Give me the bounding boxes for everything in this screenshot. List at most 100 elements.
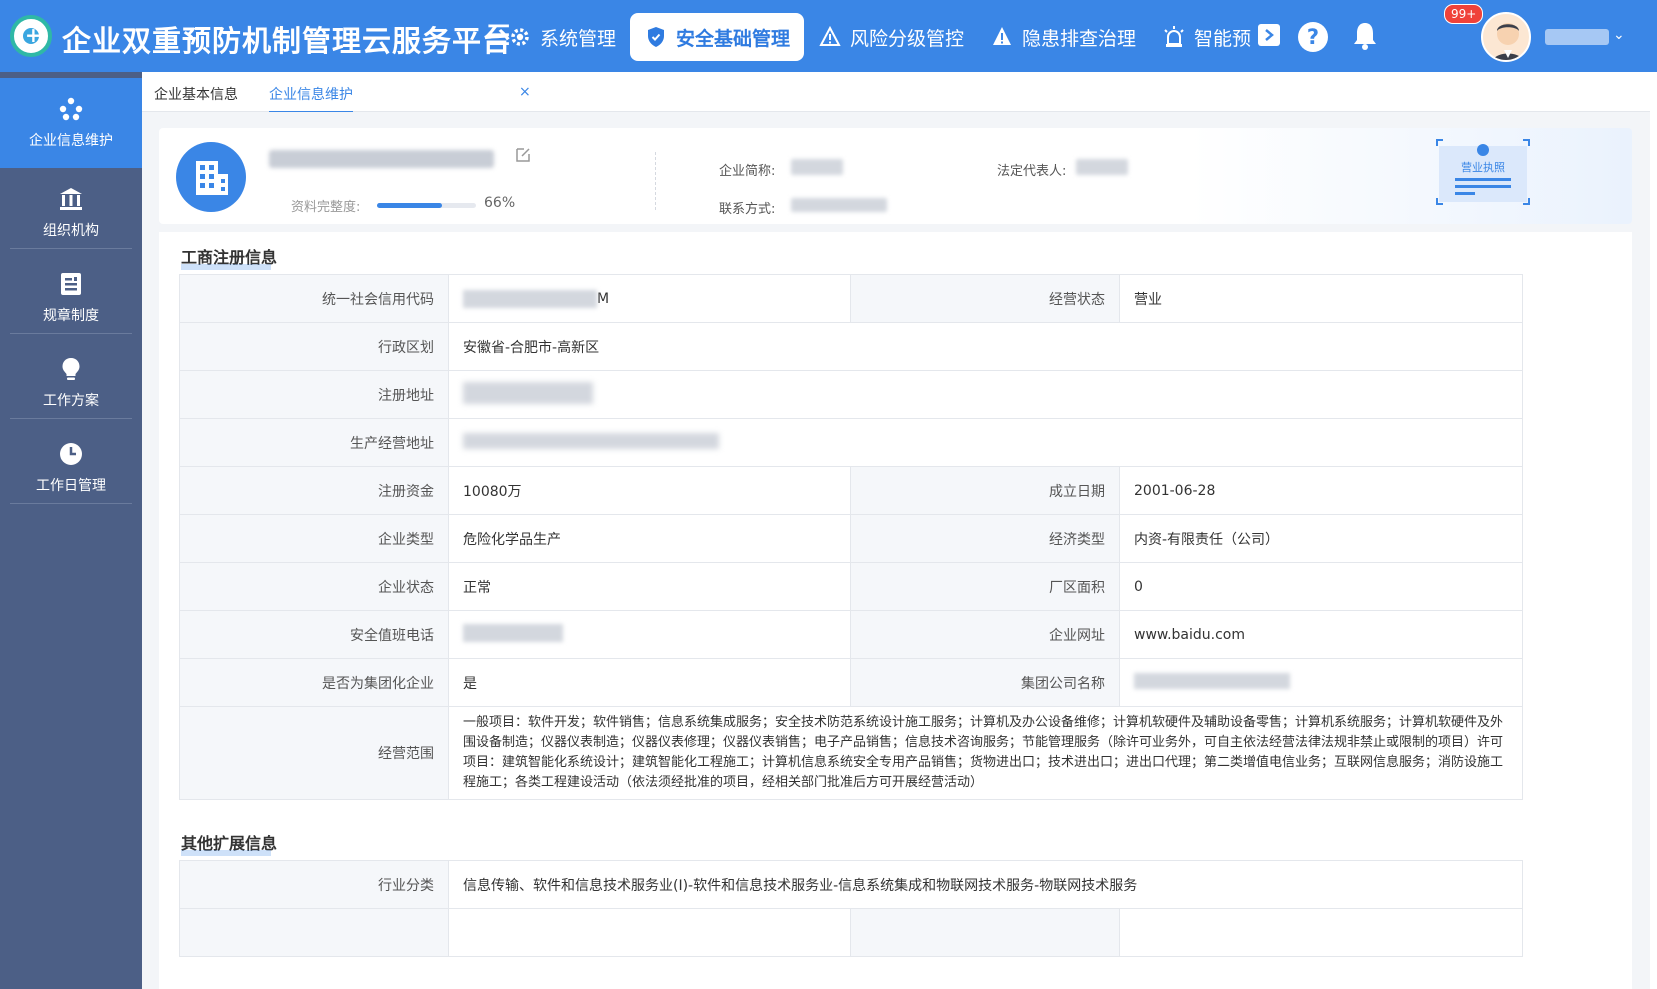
main-content: 资料完整度: 66% 企业简称: 法定代表人: 联系方式: 营业执照 工商注册信…: [142, 112, 1650, 989]
info-card: 工商注册信息 统一社会信用代码 M 经营状态 营业 行政区划 安徽省-合肥市-高…: [159, 232, 1632, 989]
tab-bar: 企业基本信息 企业信息维护 ×: [142, 72, 1650, 113]
group-name-masked: [1134, 672, 1290, 689]
group-name-label: 集团公司名称: [850, 658, 1120, 707]
sidebar-item-label: 企业信息维护: [29, 133, 113, 149]
table-row: 企业类型 危险化学品生产 经济类型 内资-有限责任（公司）: [179, 514, 1523, 563]
prod-address-label: 生产经营地址: [179, 418, 449, 467]
license-label: 营业执照: [1461, 161, 1505, 174]
building-icon: [196, 161, 228, 195]
credit-code-value: M: [448, 274, 851, 323]
reg-capital-value: 10080万: [448, 466, 851, 515]
completeness-label: 资料完整度:: [291, 200, 361, 215]
prod-address-masked: [463, 432, 719, 449]
nav-system-management[interactable]: 系统管理: [508, 13, 616, 61]
business-status-label: 经营状态: [850, 274, 1120, 323]
enterprise-state-value: 正常: [448, 562, 851, 611]
gear-icon: [511, 28, 529, 46]
is-group-value: 是: [448, 658, 851, 707]
sidebar-divider: [10, 418, 132, 419]
document-icon: [61, 273, 81, 295]
chevron-right-icon: [1265, 29, 1274, 41]
industry-value: 信息传输、软件和信息技术服务业(I)-软件和信息技术服务业-信息系统集成和物联网…: [448, 860, 1523, 909]
duty-phone-value: [448, 610, 851, 659]
enterprise-name-masked: [269, 150, 494, 168]
credit-code-suffix: M: [597, 290, 610, 307]
extended-row-value: [448, 908, 851, 957]
alert-icon: [993, 27, 1011, 45]
table-row: 注册地址: [179, 370, 1523, 419]
economic-type-label: 经济类型: [850, 514, 1120, 563]
website-label: 企业网址: [850, 610, 1120, 659]
registration-table: 统一社会信用代码 M 经营状态 营业 行政区划 安徽省-合肥市-高新区 注册地址: [179, 274, 1523, 800]
extended-row-label: [850, 908, 1120, 957]
org-dots-icon: [59, 97, 83, 121]
top-header: 企业双重预防机制管理云服务平台 ☰ 系统管理 安全基础管理 风险分级管控 隐患排…: [0, 0, 1657, 72]
duty-phone-masked: [463, 623, 563, 642]
business-scope-label: 经营范围: [179, 706, 449, 800]
contact-masked: [791, 198, 887, 212]
user-menu-caret-icon[interactable]: ⌄: [1613, 27, 1625, 43]
completeness-percent: 66%: [484, 195, 516, 211]
sidebar-item-label: 工作方案: [43, 393, 99, 409]
nav-scroll-right-icon[interactable]: [1258, 24, 1280, 46]
business-license-button[interactable]: 营业执照: [1435, 138, 1531, 206]
edit-icon[interactable]: [514, 146, 532, 168]
group-name-value: [1119, 658, 1523, 707]
sidebar-item-workday-management[interactable]: 工作日管理: [0, 423, 142, 513]
enterprise-profile-card: 资料完整度: 66% 企业简称: 法定代表人: 联系方式: 营业执照: [159, 128, 1632, 224]
table-row: 统一社会信用代码 M 经营状态 营业: [179, 274, 1523, 323]
table-row: 注册资金 10080万 成立日期 2001-06-28: [179, 466, 1523, 515]
sidebar-item-regulations[interactable]: 规章制度: [0, 253, 142, 343]
sidebar-divider: [10, 248, 132, 249]
completeness-progress-fill: [377, 203, 443, 208]
table-row: [179, 908, 1523, 957]
bank-icon: [60, 188, 82, 210]
sidebar-item-organization[interactable]: 组织机构: [0, 168, 142, 258]
nav-label: 隐患排查治理: [1022, 27, 1137, 50]
bell-glyph: [1354, 23, 1376, 50]
extended-row-label: [179, 908, 449, 957]
tab-close-icon[interactable]: ×: [519, 84, 531, 100]
business-status-value: 营业: [1119, 274, 1523, 323]
nav-intelligent-warning[interactable]: 智能预: [1162, 13, 1251, 61]
user-name-masked[interactable]: [1545, 29, 1609, 45]
bell-icon[interactable]: [1350, 20, 1380, 52]
user-avatar[interactable]: [1481, 12, 1531, 62]
sidebar: 企业信息维护 组织机构 规章制度 工作方案 工作日管理: [0, 72, 142, 989]
completeness-progress-bar: [377, 203, 476, 208]
warning-layers-icon: [819, 25, 841, 46]
sidebar-item-label: 组织机构: [43, 223, 99, 239]
legal-rep-masked: [1076, 159, 1128, 175]
nav-label: 安全基础管理: [676, 27, 791, 50]
nav-safety-basic-management[interactable]: 安全基础管理: [630, 13, 805, 61]
section-title-extended: 其他扩展信息: [181, 830, 277, 856]
sidebar-item-work-plan[interactable]: 工作方案: [0, 338, 142, 428]
tab-enterprise-info-maintenance[interactable]: 企业信息维护: [269, 84, 353, 113]
pencil-glyph: [516, 148, 530, 162]
avatar-figure-icon: [1492, 23, 1524, 60]
sidebar-item-enterprise-info[interactable]: 企业信息维护: [0, 78, 142, 168]
sidebar-divider: [10, 503, 132, 504]
table-row: 是否为集团化企业 是 集团公司名称: [179, 658, 1523, 707]
nav-risk-classification[interactable]: 风险分级管控: [818, 13, 964, 61]
platform-logo-icon: [10, 15, 52, 57]
table-row: 企业状态 正常 厂区面积 0: [179, 562, 1523, 611]
enterprise-type-value: 危险化学品生产: [448, 514, 851, 563]
short-name-masked: [791, 159, 843, 175]
nav-label: 系统管理: [540, 27, 617, 50]
enterprise-type-label: 企业类型: [179, 514, 449, 563]
reg-address-value: [448, 370, 1523, 419]
help-icon[interactable]: ?: [1298, 22, 1328, 52]
tab-enterprise-basic-info[interactable]: 企业基本信息: [154, 84, 238, 104]
nav-hazard-investigation[interactable]: 隐患排查治理: [990, 13, 1136, 61]
alarm-lamp-icon: [1164, 26, 1184, 47]
app-title: 企业双重预防机制管理云服务平台: [62, 24, 513, 58]
founded-date-label: 成立日期: [850, 466, 1120, 515]
app-root: 企业双重预防机制管理云服务平台 ☰ 系统管理 安全基础管理 风险分级管控 隐患排…: [0, 0, 1657, 989]
notification-badge: 99+: [1444, 4, 1484, 24]
sidebar-divider: [10, 333, 132, 334]
duty-phone-label: 安全值班电话: [179, 610, 449, 659]
plant-area-value: 0: [1119, 562, 1523, 611]
business-scope-value: 一般项目：软件开发；软件销售；信息系统集成服务；安全技术防范系统设计施工服务；计…: [448, 706, 1523, 800]
credit-code-masked: [463, 289, 597, 308]
